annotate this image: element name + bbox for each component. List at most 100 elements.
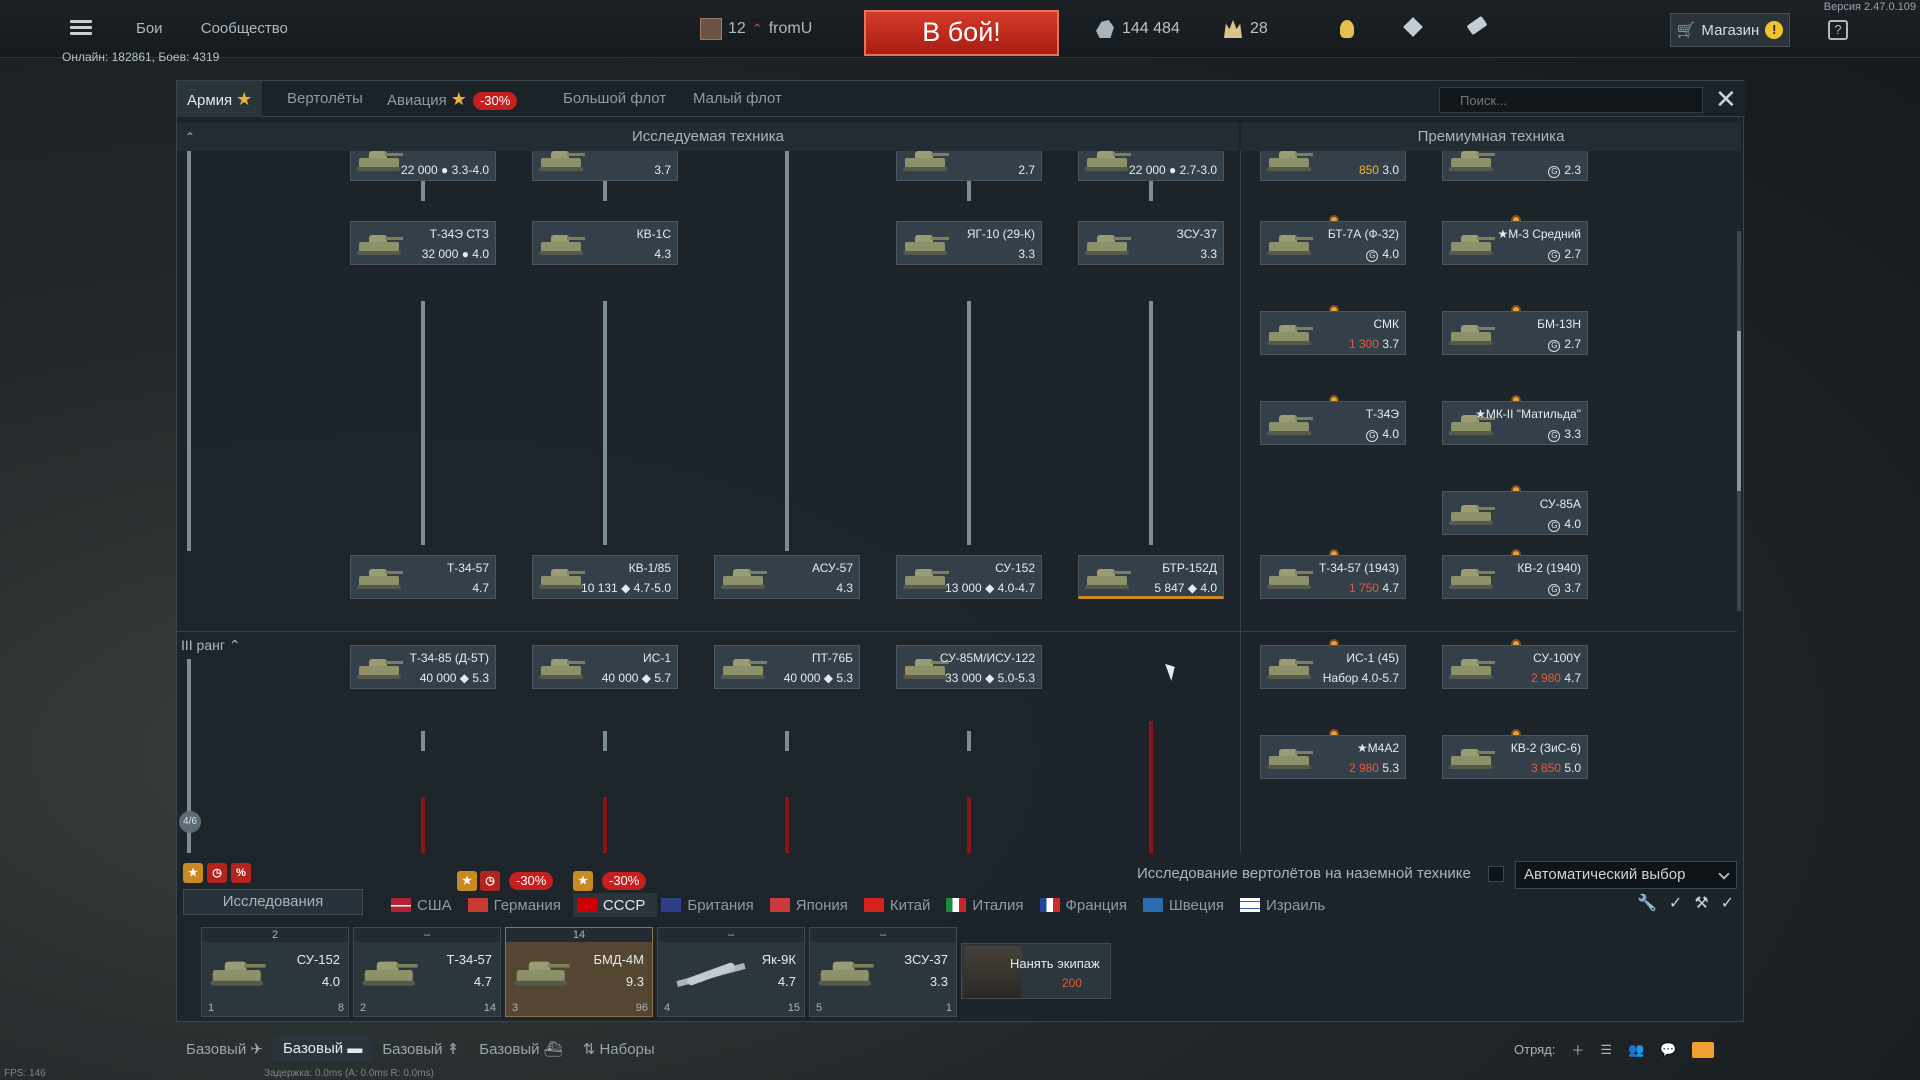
lightbulb-button[interactable] [1340, 20, 1354, 38]
vehicle-card[interactable]: Т-34-85 (Д-5Т) 40 000 ◆ 5.3 [350, 645, 496, 689]
to-battle-button[interactable]: В бой! [864, 10, 1059, 56]
close-icon[interactable]: ✕ [1715, 86, 1737, 112]
premium-vehicle-card[interactable]: ★МК-II "Матильда" G 3.3 [1442, 401, 1588, 445]
nation-tab-italy[interactable]: Италия [942, 893, 1035, 917]
vehicle-card[interactable]: Т-34Э СТЗ 32 000 ● 4.0 [350, 221, 496, 265]
tree-scrollbar[interactable] [1737, 231, 1741, 611]
vehicle-card[interactable]: СУ-85М/ИСУ-122 33 000 ◆ 5.0-5.3 [896, 645, 1042, 689]
nation-tab-china[interactable]: Китай [860, 893, 943, 917]
percent-bonus-icon: % [231, 863, 251, 883]
vehicle-card[interactable]: КВ-1С 4.3 [532, 221, 678, 265]
repair-all-icon[interactable]: ⚒ [1694, 893, 1708, 913]
vehicle-br-value: 2.3 [1564, 163, 1581, 177]
crew-slot[interactable]: 2 СУ-152 4.0 18 [201, 927, 349, 1017]
premium-vehicle-card[interactable]: БМ-13Н G 2.7 [1442, 311, 1588, 355]
vehicle-card[interactable]: 22 000 ● 2.7-3.0 [1078, 151, 1224, 181]
premium-vehicle-card[interactable]: 850 3.0 [1260, 151, 1406, 181]
preset-tab-active[interactable]: Базовый ▬ [272, 1036, 373, 1062]
vehicle-card[interactable]: ПТ-76Б 40 000 ◆ 5.3 [714, 645, 860, 689]
crew-slot[interactable]: – ЗСУ-37 3.3 51 [809, 927, 957, 1017]
contacts-icon[interactable]: 👥 [1628, 1042, 1644, 1058]
nation-tab-israel[interactable]: Израиль [1236, 893, 1337, 917]
golden-eagles[interactable]: 28 [1224, 20, 1268, 38]
list-icon[interactable]: ☰ [1600, 1042, 1612, 1058]
player-level: 12 [728, 20, 746, 37]
tab-army[interactable]: Армия ★ [177, 81, 263, 117]
mail-icon[interactable] [1692, 1041, 1715, 1058]
premium-vehicle-card[interactable]: БТ-7А (Ф-32) G 4.0 [1260, 221, 1406, 265]
hire-crew-button[interactable]: Нанять экипаж 200 [961, 943, 1111, 999]
tab-helicopters[interactable]: Вертолёты [277, 81, 373, 117]
rank-label[interactable]: III ранг ⌃ [181, 637, 241, 654]
preset-tab[interactable]: Базовый ⛴ [469, 1036, 572, 1062]
premium-vehicle-card[interactable]: СМК 1 300 3.7 [1260, 311, 1406, 355]
vehicle-card[interactable]: ИС-1 40 000 ◆ 5.7 [532, 645, 678, 689]
vehicle-card[interactable]: СУ-152 13 000 ◆ 4.0-4.7 [896, 555, 1042, 599]
nation-label: Япония [795, 896, 848, 914]
premium-vehicle-card[interactable]: ★М4А2 2 980 5.3 [1260, 735, 1406, 779]
vehicle-card[interactable]: Т-34-57 4.7 [350, 555, 496, 599]
vehicle-card[interactable]: 3.7 [532, 151, 678, 181]
tree-link [421, 731, 425, 751]
sets-button[interactable]: ⇅ Наборы [573, 1036, 665, 1062]
player-info[interactable]: 12 ⌃ fromU [700, 18, 812, 40]
premium-vehicle-card[interactable]: КВ-2 (1940) G 3.7 [1442, 555, 1588, 599]
nation-tab-sweden[interactable]: Швеция [1139, 893, 1236, 917]
tab-large-fleet[interactable]: Большой флот [553, 81, 676, 117]
vehicle-card[interactable]: 2.7 [896, 151, 1042, 181]
premium-vehicle-card[interactable]: G 2.3 [1442, 151, 1588, 181]
auto-select-dropdown[interactable]: Автоматический выбор [1515, 861, 1737, 889]
tab-small-fleet[interactable]: Малый флот [683, 81, 792, 117]
tank-icon [537, 151, 585, 172]
premium-vehicle-card[interactable]: ★М-3 Средний G 2.7 [1442, 221, 1588, 265]
nation-tab-france[interactable]: Франция [1036, 893, 1139, 917]
premium-vehicle-card[interactable]: СУ-85А G 4.0 [1442, 491, 1588, 535]
nav-battles[interactable]: Бои [136, 20, 163, 37]
coupon-button[interactable] [1466, 15, 1488, 36]
shop-button[interactable]: 🛒 Магазин ! [1670, 13, 1790, 47]
vehicle-br-value: 5.0 [1564, 761, 1581, 775]
wrench-icon[interactable]: 🔧 [1637, 893, 1657, 913]
vehicle-card[interactable]: КВ-1/85 10 131 ◆ 4.7-5.0 [532, 555, 678, 599]
premium-vehicle-card[interactable]: Т-34Э G 4.0 [1260, 401, 1406, 445]
help-button[interactable]: ? [1828, 20, 1848, 40]
check-icon[interactable]: ✓ [1669, 893, 1682, 913]
preset-tab[interactable]: Базовый ↟ [372, 1036, 469, 1062]
premium-vehicle-card[interactable]: ИС-1 (45) Набор 4.0-5.7 [1260, 645, 1406, 689]
online-stats: Онлайн: 182861, Боев: 4319 [62, 50, 220, 64]
crew-slot[interactable]: – Як-9К 4.7 4 15 [657, 927, 805, 1017]
nation-tab-usa[interactable]: США [387, 893, 464, 917]
diamond-button[interactable] [1403, 17, 1423, 37]
research-button[interactable]: Исследования [183, 889, 363, 915]
check-icon[interactable]: ✓ [1721, 893, 1734, 913]
vehicle-card[interactable]: 22 000 ● 3.3-4.0 [350, 151, 496, 181]
vehicle-card-researching[interactable]: БТР-152Д 5 847 ◆ 4.0 [1078, 555, 1224, 599]
search-input[interactable] [1439, 87, 1703, 113]
nation-tab-britain[interactable]: Британия [657, 893, 765, 917]
crew-slot[interactable]: – Т-34-57 4.7 2 14 [353, 927, 501, 1017]
vehicle-card[interactable]: ЯГ-10 (29-К) 3.3 [896, 221, 1042, 265]
scrollbar-thumb[interactable] [1737, 331, 1741, 491]
chat-icon[interactable]: 💬 [1660, 1042, 1676, 1058]
premium-vehicle-card[interactable]: КВ-2 (ЗиС-6) 3 850 5.0 [1442, 735, 1588, 779]
nation-tab-japan[interactable]: Япония [766, 893, 860, 917]
preset-tab[interactable]: Базовый ✈ [176, 1036, 273, 1062]
vehicle-card[interactable]: ЗСУ-37 3.3 [1078, 221, 1224, 265]
crew-slot-selected[interactable]: 14 БМД-4М 9.3 3 96 [505, 927, 653, 1017]
premium-vehicle-card[interactable]: Т-34-57 (1943) 1 750 4.7 [1260, 555, 1406, 599]
nation-tab-ussr[interactable]: СССР [572, 893, 658, 917]
silver-lions[interactable]: 144 484 [1096, 20, 1180, 38]
collapse-icon[interactable]: ⌃ [185, 123, 195, 151]
vehicle-br-value: 4.7 [1564, 671, 1581, 685]
premium-vehicle-card[interactable]: СУ-100Y 2 980 4.7 [1442, 645, 1588, 689]
nav-community[interactable]: Сообщество [201, 20, 288, 37]
vehicle-card[interactable]: АСУ-57 4.3 [714, 555, 860, 599]
tree-link [1149, 301, 1153, 545]
nation-label: СССР [602, 896, 646, 914]
nation-tab-germany[interactable]: Германия [464, 893, 573, 917]
hamburger-menu-icon[interactable] [70, 20, 92, 36]
tank-icon [1265, 151, 1313, 172]
heli-research-checkbox[interactable] [1488, 866, 1504, 882]
add-squad-icon[interactable]: ＋ [1571, 1040, 1584, 1059]
tab-aviation[interactable]: Авиация ★ -30% [377, 81, 527, 117]
